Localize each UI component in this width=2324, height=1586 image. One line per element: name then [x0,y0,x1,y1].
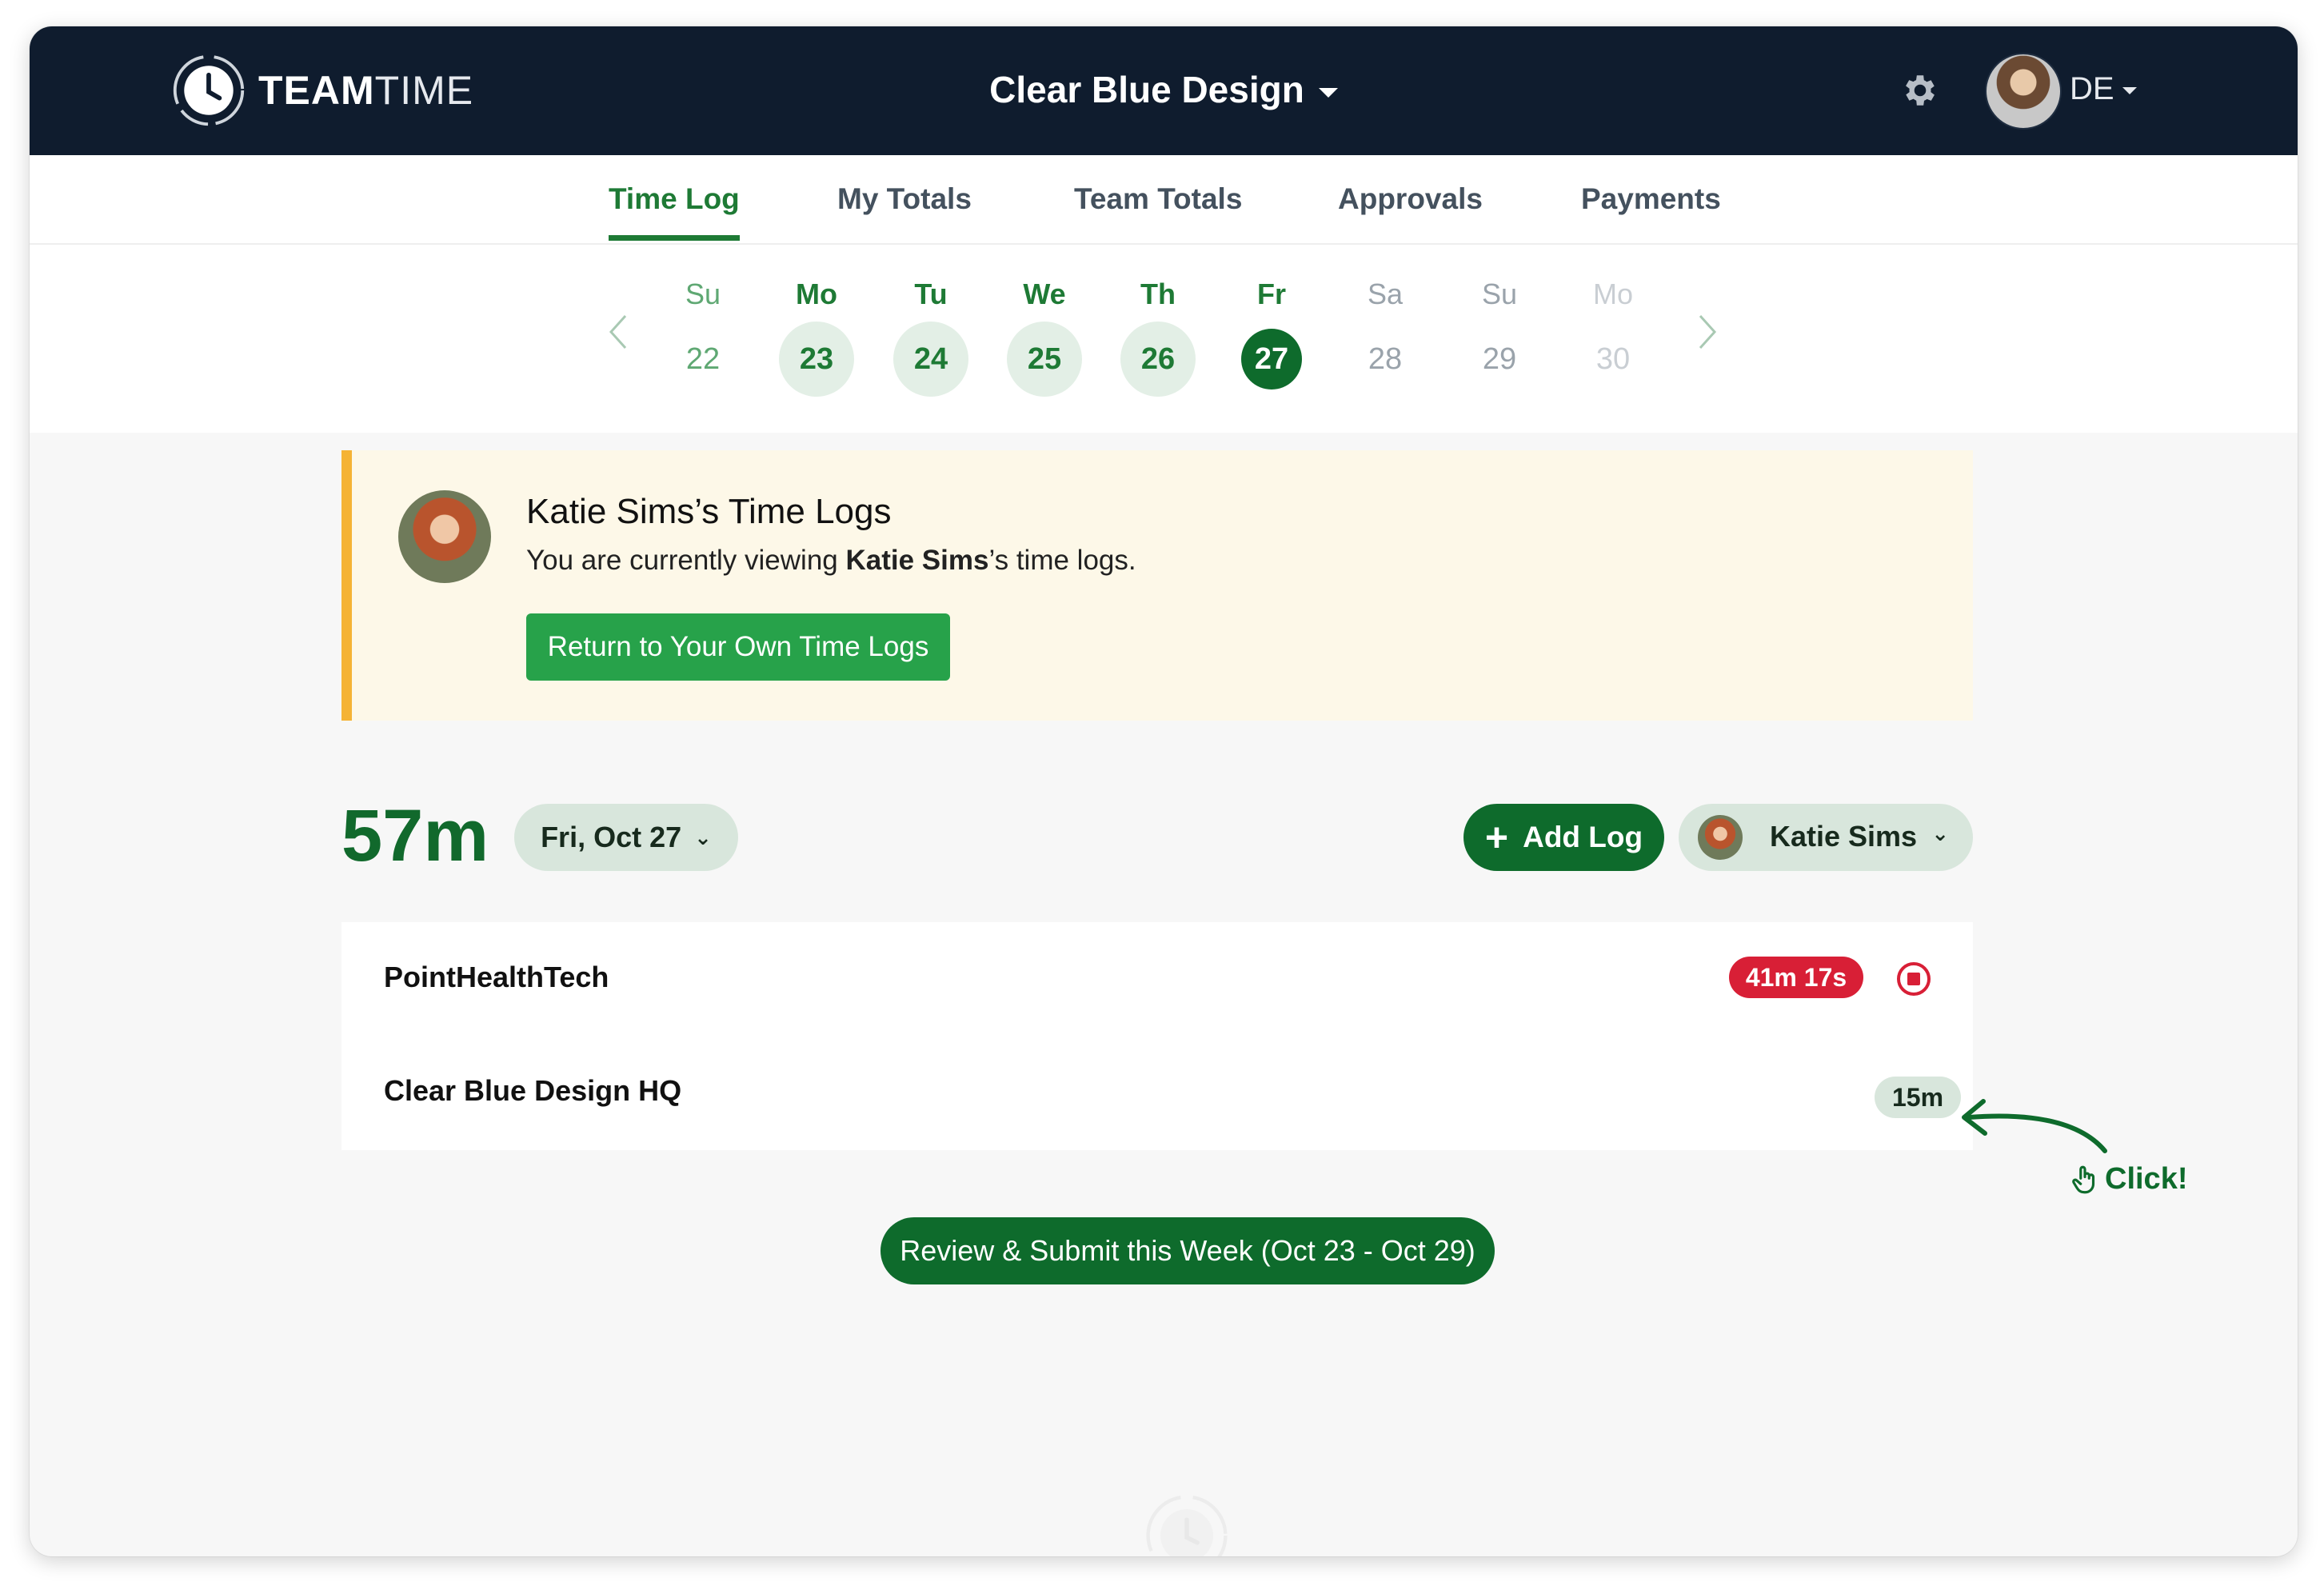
date-picker-button[interactable]: Fri, Oct 27 ⌄ [514,804,738,871]
calendar-day[interactable]: Su 22 [665,245,741,397]
add-log-label: Add Log [1523,821,1643,853]
tab-payments[interactable]: Payments [1581,182,1721,235]
calendar-day[interactable]: We 25 [1006,245,1083,397]
clock-logo-icon [1146,1495,1228,1556]
chevron-down-icon: ⌄ [1931,821,1949,845]
calendar-day[interactable]: Sa 28 [1347,245,1424,397]
app-window: TEAMTIME Clear Blue Design DE Time Log M… [30,26,2298,1556]
add-log-button[interactable]: + Add Log [1463,804,1664,871]
org-name: Clear Blue Design [989,69,1304,110]
time-log-list: PointHealthTech 41m 17s Clear Blue Desig… [341,922,1973,1150]
viewing-banner: Katie Sims’s Time Logs You are currently… [341,450,1973,721]
katie-avatar [1698,815,1743,860]
chevron-left-icon[interactable] [606,313,630,351]
banner-subtitle: You are currently viewing Katie Sims’s t… [526,545,1136,576]
calendar-day[interactable]: Tu 24 [892,245,969,397]
day-total: 57m [341,795,489,877]
user-menu[interactable]: DE [2070,71,2137,107]
caret-down-icon [1318,87,1338,98]
chevron-down-icon: ⌄ [694,825,712,849]
user-avatar[interactable] [1985,53,2062,130]
nav-tabs: Time Log My Totals Team Totals Approvals… [30,155,2298,245]
click-annotation: Click! [2068,1162,2187,1196]
review-submit-week-button[interactable]: Review & Submit this Week (Oct 23 - Oct … [880,1217,1495,1284]
project-name: Clear Blue Design HQ [384,1074,682,1107]
calendar-day-today[interactable]: Fr 27 [1233,245,1310,390]
pointer-hand-icon [2072,1165,2095,1193]
click-label: Click! [2105,1162,2188,1196]
stop-timer-icon[interactable] [1896,961,1931,997]
calendar-day[interactable]: Th 26 [1120,245,1196,397]
user-selector[interactable]: Katie Sims ⌄ [1679,804,1973,871]
week-calendar: Su 22 Mo 23 Tu 24 We 25 Th 26 Fr 27 Sa 2… [30,245,2298,433]
user-initials: DE [2070,71,2114,106]
plus-icon: + [1484,815,1509,860]
list-item[interactable]: Clear Blue Design HQ 15m [341,1037,1973,1118]
date-label: Fri, Oct 27 [541,821,682,853]
top-bar: TEAMTIME Clear Blue Design DE [30,26,2298,155]
gear-icon[interactable] [1900,70,1940,110]
banner-title: Katie Sims’s Time Logs [526,492,892,531]
calendar-day[interactable]: Mo 23 [778,245,855,397]
list-item[interactable]: PointHealthTech 41m 17s [341,922,1973,1002]
caret-down-icon [2122,86,2137,94]
annotation-arrow-icon [1962,1099,2107,1153]
tab-team-totals[interactable]: Team Totals [1074,182,1242,235]
katie-avatar [398,490,491,583]
tab-time-log[interactable]: Time Log [609,182,740,241]
project-name: PointHealthTech [384,961,609,993]
chevron-right-icon[interactable] [1695,313,1719,351]
tab-approvals[interactable]: Approvals [1338,182,1483,235]
running-timer-badge[interactable]: 41m 17s [1729,957,1863,998]
calendar-day[interactable]: Su 29 [1461,245,1538,397]
return-to-own-logs-button[interactable]: Return to Your Own Time Logs [526,613,950,681]
selected-user-name: Katie Sims [1770,820,1918,853]
calendar-day[interactable]: Mo 30 [1575,245,1651,397]
tab-my-totals[interactable]: My Totals [837,182,972,235]
org-switcher[interactable]: Clear Blue Design [30,68,2298,111]
